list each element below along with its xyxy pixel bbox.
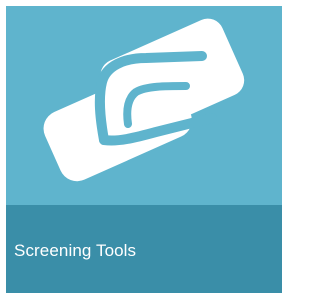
screening-tools-tile[interactable]: Screening Tools xyxy=(0,0,282,293)
tile-label: Screening Tools xyxy=(14,241,137,260)
handshake-icon xyxy=(43,18,245,182)
tile-icon-area xyxy=(6,6,282,205)
